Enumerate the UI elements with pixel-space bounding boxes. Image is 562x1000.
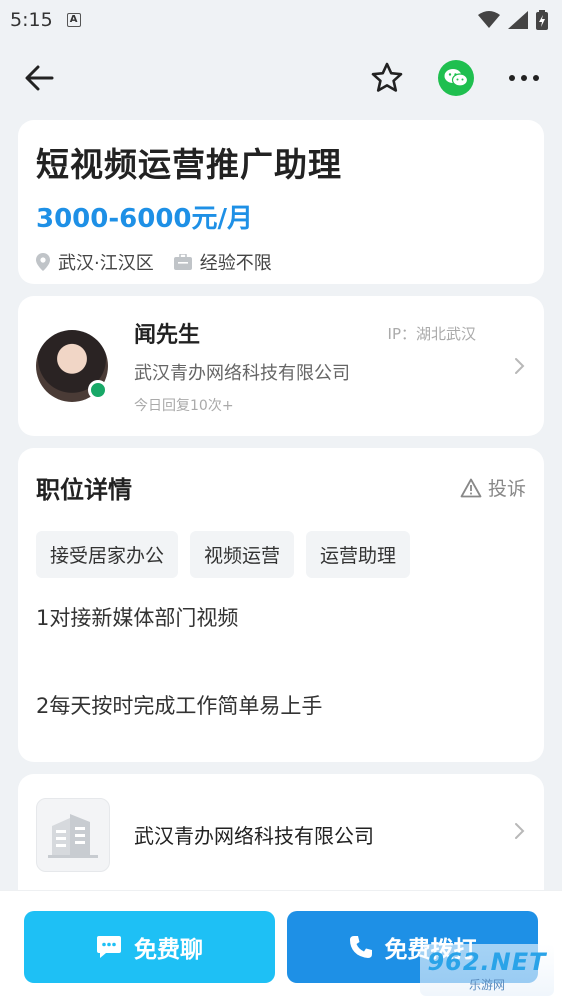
notification-icon: A — [66, 13, 81, 27]
job-title: 短视频运营推广助理 — [36, 145, 342, 184]
job-details-card: 职位详情 投诉 接受居家办公 视频运营 运营助理 1对接新媒体部门视频 2每天按… — [18, 448, 544, 762]
avatar — [36, 330, 108, 402]
job-salary: 3000-6000元/月 — [36, 204, 254, 234]
job-experience: 经验不限 — [173, 249, 272, 275]
recruiter-top: 闻先生 IP：湖北武汉 — [134, 317, 514, 349]
wechat-share-button[interactable] — [438, 60, 474, 96]
status-right — [478, 10, 548, 30]
more-button[interactable] — [508, 74, 540, 82]
detail-header: 职位详情 投诉 — [36, 470, 526, 505]
chat-bubble-icon — [97, 936, 121, 958]
favorite-button[interactable] — [370, 61, 404, 95]
job-location: 武汉·江汉区 — [36, 249, 154, 275]
back-button[interactable] — [24, 65, 54, 91]
more-icon — [509, 75, 539, 81]
wifi-icon — [478, 11, 500, 28]
recruiter-card[interactable]: 闻先生 IP：湖北武汉 武汉青办网络科技有限公司 今日回复10次+ — [18, 296, 544, 436]
chevron-right-icon — [515, 358, 525, 374]
back-arrow-icon — [25, 65, 54, 91]
recruiter-company: 武汉青办网络科技有限公司 — [134, 363, 350, 384]
status-left: 5:15 A — [10, 9, 81, 31]
job-tags: 接受居家办公 视频运营 运营助理 — [36, 531, 526, 578]
company-logo — [36, 798, 110, 872]
company-name: 武汉青办网络科技有限公司 — [134, 824, 374, 848]
signal-icon — [508, 11, 528, 29]
briefcase-icon — [173, 254, 192, 270]
chevron-right-icon — [515, 823, 525, 839]
job-summary-card: 短视频运营推广助理 3000-6000元/月 武汉·江汉区 经验不限 — [18, 120, 544, 284]
recruiter-ip: IP：湖北武汉 — [387, 324, 476, 343]
job-location-text: 武汉·江汉区 — [58, 253, 154, 274]
nav-actions — [370, 60, 540, 96]
report-button[interactable]: 投诉 — [460, 474, 526, 501]
wechat-icon — [444, 69, 468, 87]
job-description-line: 1对接新媒体部门视频 — [36, 606, 239, 630]
job-meta: 武汉·江汉区 经验不限 — [36, 249, 526, 275]
nav-bar — [0, 40, 562, 116]
detail-title: 职位详情 — [36, 476, 132, 504]
recruiter-info: 闻先生 IP：湖北武汉 武汉青办网络科技有限公司 今日回复10次+ — [134, 317, 514, 415]
battery-icon — [536, 10, 548, 30]
star-icon — [371, 62, 403, 92]
phone-icon — [349, 936, 372, 958]
building-icon — [48, 814, 98, 858]
status-bar: 5:15 A — [0, 0, 562, 40]
free-chat-button[interactable]: 免费聊 — [24, 911, 275, 983]
job-description-line: 2每天按时完成工作简单易上手 — [36, 694, 323, 718]
online-status-dot — [88, 380, 108, 400]
report-label: 投诉 — [487, 478, 526, 500]
watermark-sub: 乐游网 — [468, 977, 505, 992]
status-time: 5:15 — [10, 9, 53, 31]
free-chat-label: 免费聊 — [134, 937, 203, 963]
job-tag: 视频运营 — [190, 531, 295, 578]
recruiter-reply-rate: 今日回复10次+ — [134, 398, 234, 414]
warning-icon — [460, 478, 482, 497]
job-tag: 接受居家办公 — [36, 531, 179, 578]
job-tag: 运营助理 — [306, 531, 411, 578]
watermark-logo: 962.NET 乐游网 — [420, 944, 554, 996]
watermark-main: 962.NET — [427, 947, 547, 976]
job-experience-text: 经验不限 — [199, 253, 272, 274]
location-pin-icon — [36, 253, 50, 271]
recruiter-name: 闻先生 — [134, 323, 201, 348]
